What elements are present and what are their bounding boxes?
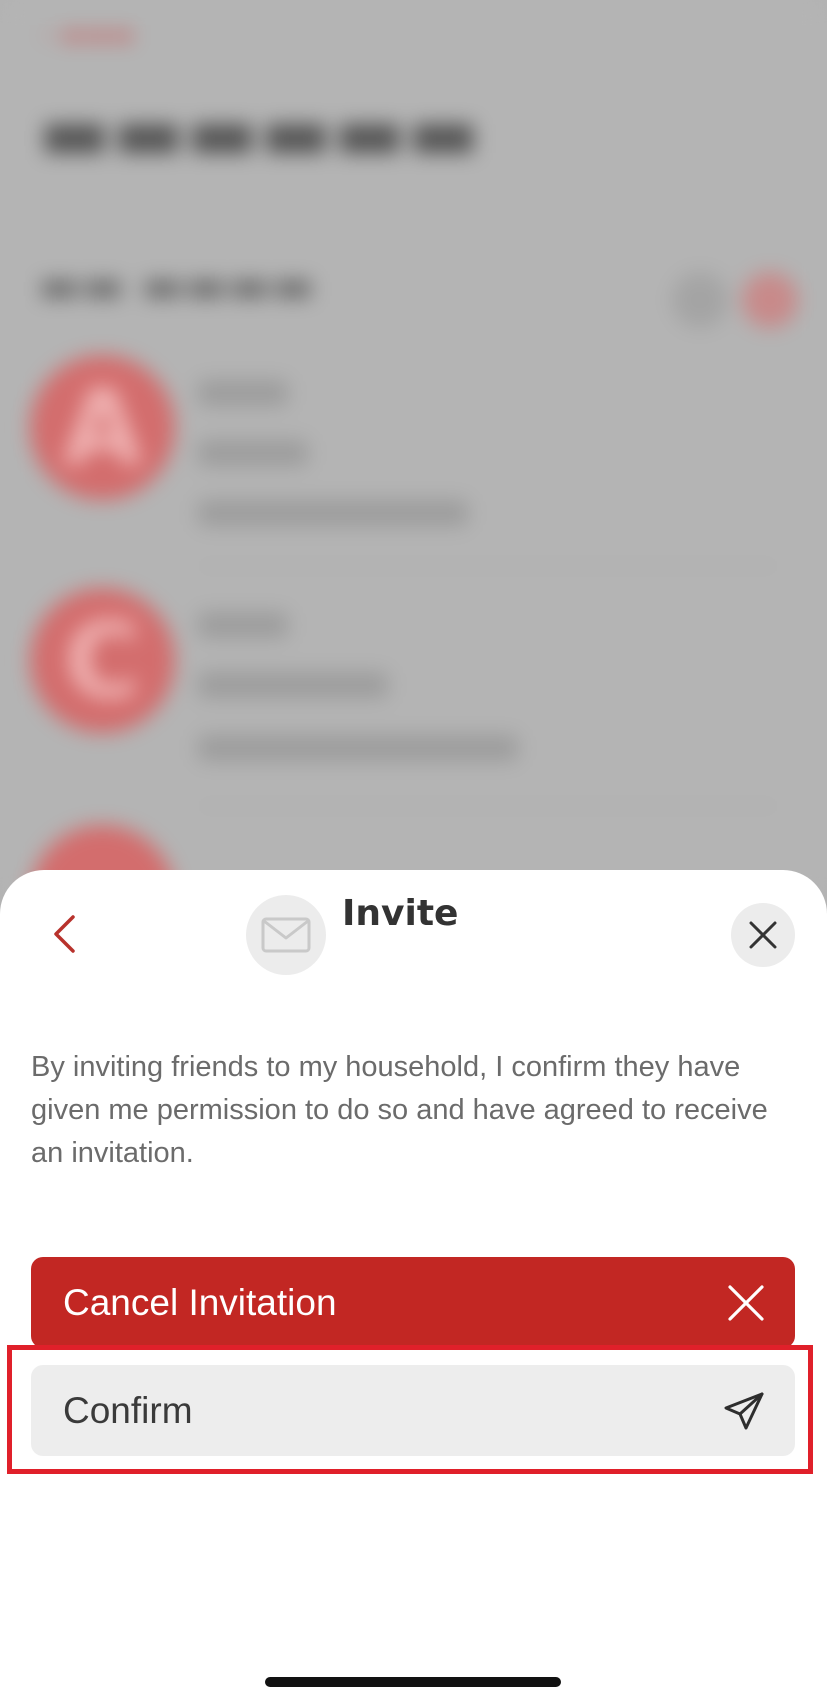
close-button[interactable] xyxy=(731,903,795,967)
close-icon xyxy=(727,1284,765,1322)
blurred-text-line xyxy=(198,380,288,406)
blurred-avatar: A xyxy=(30,355,175,500)
blurred-avatar: C xyxy=(30,588,175,733)
confirm-label: Confirm xyxy=(63,1389,193,1431)
envelope-icon xyxy=(261,917,311,953)
blurred-text-line xyxy=(198,735,518,761)
screen: ‹ ▬▬▬ ▬▬▬▬▬▬ ▬▬ ▬▬▬▬ A C Invite By invit… xyxy=(0,0,827,1705)
blurred-section-title: ▬▬ ▬▬▬▬ xyxy=(38,258,315,312)
back-button[interactable] xyxy=(42,908,86,960)
invite-header-icon xyxy=(246,895,326,975)
close-icon xyxy=(748,920,778,950)
blurred-back-link: ‹ ▬▬▬ xyxy=(42,20,135,50)
cancel-invitation-label: Cancel Invitation xyxy=(63,1281,337,1323)
chevron-left-icon xyxy=(51,914,77,954)
blurred-text-line xyxy=(198,672,388,698)
confirm-button[interactable]: Confirm xyxy=(31,1365,795,1456)
blurred-divider xyxy=(198,805,778,807)
home-indicator xyxy=(265,1677,561,1687)
blurred-text-line xyxy=(198,440,308,466)
blurred-background-page: ‹ ▬▬▬ ▬▬▬▬▬▬ ▬▬ ▬▬▬▬ A C xyxy=(0,0,827,970)
sheet-title: Invite xyxy=(342,893,459,934)
blurred-action-button xyxy=(742,272,798,328)
blurred-text-line xyxy=(198,500,468,526)
cancel-invitation-button[interactable]: Cancel Invitation xyxy=(31,1257,795,1348)
blurred-page-title: ▬▬▬▬▬▬ xyxy=(38,88,481,178)
blurred-text-line xyxy=(198,612,288,638)
blurred-divider xyxy=(198,565,778,567)
blurred-action-button xyxy=(672,272,728,328)
send-icon xyxy=(723,1391,765,1431)
consent-text: By inviting friends to my household, I c… xyxy=(31,1051,768,1169)
